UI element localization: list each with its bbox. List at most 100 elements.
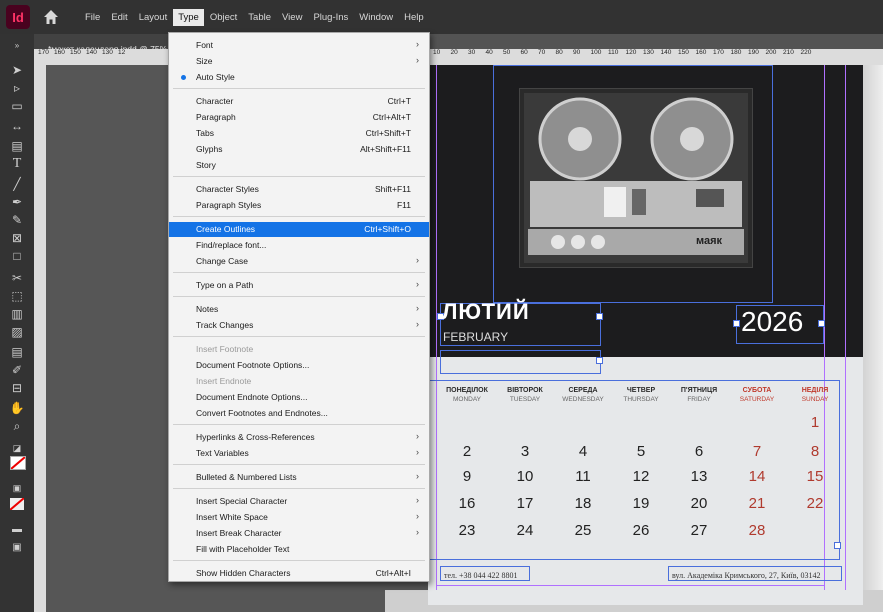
ruler-tick-label: 130 [643, 49, 654, 56]
menu-item-bulleted-numbered-lists[interactable]: Bulleted & Numbered Lists › [169, 470, 429, 485]
gradient-swatch-tool-icon[interactable]: ▥ [8, 306, 26, 322]
image-frame[interactable] [493, 65, 773, 303]
calendar-day-cell[interactable]: 28 [723, 522, 791, 539]
menu-window[interactable]: Window [354, 9, 398, 26]
menu-item-document-endnote-options[interactable]: Document Endnote Options... [169, 390, 429, 405]
menu-item-change-case[interactable]: Change Case › [169, 254, 429, 269]
year-label: 2026 [741, 306, 804, 337]
menu-object[interactable]: Object [205, 9, 242, 26]
ruler-tick-label: 210 [783, 49, 794, 56]
menu-item-size[interactable]: Size › [169, 54, 429, 69]
calendar-day-cell[interactable]: 8 [781, 443, 849, 460]
menu-item-paragraph[interactable]: Paragraph Ctrl+Alt+T [169, 110, 429, 125]
footer-address: вул. Академіка Кримського, 27, Київ, 031… [672, 571, 821, 580]
menu-item-insert-special-character[interactable]: Insert Special Character › [169, 494, 429, 509]
menu-separator [173, 176, 425, 177]
menu-item-character[interactable]: Character Ctrl+T [169, 94, 429, 109]
menu-type[interactable]: Type [173, 8, 204, 26]
rectangle-frame-tool-icon[interactable]: ⊠ [8, 230, 26, 246]
frame-handle[interactable] [818, 320, 825, 327]
menu-edit[interactable]: Edit [106, 9, 132, 26]
menu-file[interactable]: File [80, 9, 105, 26]
frame-handle[interactable] [596, 313, 603, 320]
calendar-day-cell[interactable]: 15 [781, 468, 849, 485]
menu-table[interactable]: Table [243, 9, 276, 26]
ruler-tick-label: 20 [450, 49, 458, 56]
gap-tool-icon[interactable]: ↔ [8, 118, 26, 134]
menu-item-show-hidden-characters[interactable]: Show Hidden Characters Ctrl+Alt+I [169, 566, 429, 581]
ruler-tick-label: 60 [520, 49, 528, 56]
fill-stroke-swatch-icon[interactable] [10, 456, 26, 470]
pencil-tool-icon[interactable]: ✎ [8, 212, 26, 228]
ruler-tick-label: 140 [86, 49, 97, 56]
menu-help[interactable]: Help [399, 9, 429, 26]
selection-tool-icon[interactable]: ➤ [8, 62, 26, 78]
menu-item-font[interactable]: Font › [169, 38, 429, 53]
menu-item-text-variables[interactable]: Text Variables › [169, 446, 429, 461]
ruler-tick-label: 180 [730, 49, 742, 56]
frame-handle[interactable] [733, 320, 740, 327]
line-tool-icon[interactable]: ╱ [8, 176, 26, 192]
content-collector-icon[interactable]: ▤ [8, 138, 26, 154]
menu-item-hyperlinks-cross-references[interactable]: Hyperlinks & Cross-References › [169, 430, 429, 445]
calendar-day-cell[interactable]: 22 [781, 495, 849, 512]
ruler-tick-label: 170 [38, 49, 49, 56]
menu-item-glyphs[interactable]: Glyphs Alt+Shift+F11 [169, 142, 429, 157]
menu-item-story[interactable]: Story [169, 158, 429, 173]
menu-item-convert-footnotes-and-endnotes[interactable]: Convert Footnotes and Endnotes... [169, 406, 429, 421]
empty-text-frame[interactable] [440, 350, 601, 374]
note-tool-icon[interactable]: ▤ [8, 344, 26, 360]
ruler-tick-label: 12 [118, 49, 126, 56]
collapse-panel-icon[interactable]: » [8, 38, 26, 54]
menu-separator [173, 424, 425, 425]
menu-item-auto-style[interactable]: Auto Style [169, 70, 429, 85]
ruler-tick-label: 30 [468, 49, 476, 56]
default-fill-stroke-icon[interactable]: ◪ [8, 440, 26, 456]
menu-item-create-outlines[interactable]: Create Outlines Ctrl+Shift+O [169, 222, 429, 237]
menu-plug-ins[interactable]: Plug-Ins [308, 9, 353, 26]
screen-mode-icon[interactable]: ▣ [8, 540, 26, 556]
menu-item-label: Convert Footnotes and Endnotes... [196, 408, 328, 418]
menu-item-track-changes[interactable]: Track Changes › [169, 318, 429, 333]
menu-item-label: Insert Endnote [196, 376, 252, 386]
direct-selection-tool-icon[interactable]: ▹ [8, 80, 26, 96]
submenu-chevron-icon: › [416, 55, 419, 65]
menu-item-find-replace-font[interactable]: Find/replace font... [169, 238, 429, 253]
gradient-feather-tool-icon[interactable]: ▨ [8, 324, 26, 340]
horizontal-ruler[interactable]: 170 160 150 140 130 12 10 20 30 40 50 60 70 80 90 100 11… [34, 49, 883, 66]
indesign-logo-icon[interactable]: Id [6, 5, 30, 29]
hand-tool-icon[interactable]: ✋ [8, 400, 26, 416]
free-transform-tool-icon[interactable]: ⬚ [8, 288, 26, 304]
menu-separator [173, 296, 425, 297]
apply-none-icon[interactable] [9, 497, 25, 511]
home-icon[interactable] [42, 8, 60, 26]
menu-item-type-on-a-path[interactable]: Type on a Path › [169, 278, 429, 293]
calendar-day-cell[interactable]: 1 [781, 414, 849, 431]
scissors-tool-icon[interactable]: ✂ [8, 270, 26, 286]
zoom-tool-icon[interactable]: ⌕ [8, 418, 26, 434]
type-tool-icon[interactable]: T [8, 156, 26, 172]
menu-item-label: Show Hidden Characters [196, 568, 291, 578]
menu-item-fill-with-placeholder-text[interactable]: Fill with Placeholder Text [169, 542, 429, 557]
menu-item-paragraph-styles[interactable]: Paragraph Styles F11 [169, 198, 429, 213]
menu-item-label: Track Changes [196, 320, 254, 330]
pen-tool-icon[interactable]: ✒ [8, 194, 26, 210]
frame-handle[interactable] [596, 357, 603, 364]
measure-tool-icon[interactable]: ⊟ [8, 380, 26, 396]
menu-layout[interactable]: Layout [134, 9, 173, 26]
menu-item-insert-white-space[interactable]: Insert White Space › [169, 510, 429, 525]
menu-item-tabs[interactable]: Tabs Ctrl+Shift+T [169, 126, 429, 141]
frame-handle[interactable] [834, 542, 841, 549]
menu-item-document-footnote-options[interactable]: Document Footnote Options... [169, 358, 429, 373]
menu-item-insert-break-character[interactable]: Insert Break Character › [169, 526, 429, 541]
menu-view[interactable]: View [277, 9, 307, 26]
rectangle-tool-icon[interactable]: □ [8, 248, 26, 264]
menu-item-notes[interactable]: Notes › [169, 302, 429, 317]
menu-item-character-styles[interactable]: Character Styles Shift+F11 [169, 182, 429, 197]
eyedropper-tool-icon[interactable]: ✐ [8, 362, 26, 378]
menu-separator [173, 336, 425, 337]
page-tool-icon[interactable]: ▭ [8, 98, 26, 114]
submenu-chevron-icon: › [416, 511, 419, 521]
formatting-container-icon[interactable]: ▣ [8, 480, 26, 496]
view-mode-icon[interactable]: ▬ [8, 522, 26, 538]
